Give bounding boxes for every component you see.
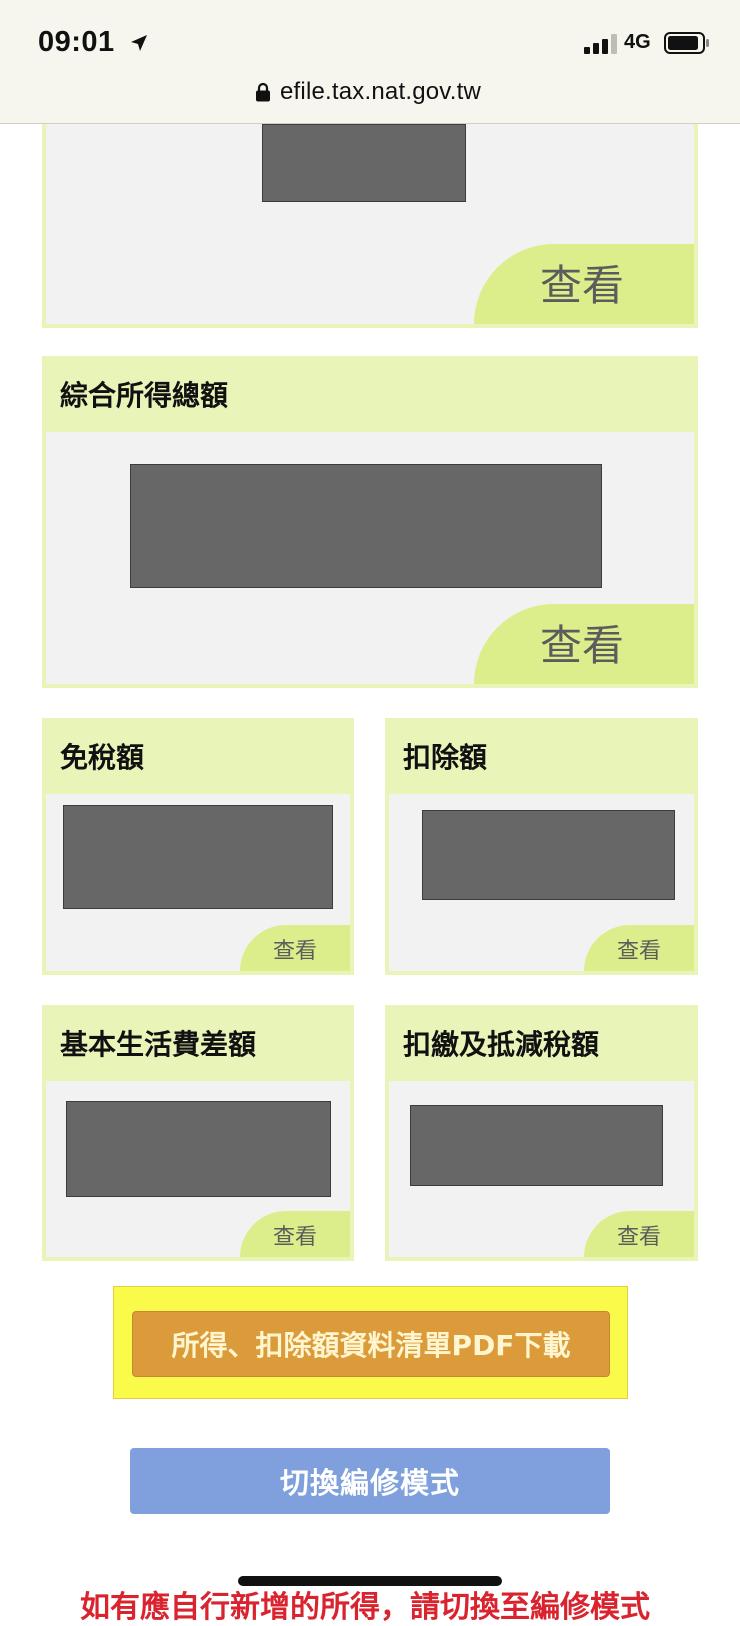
view-button[interactable]: 查看 <box>474 604 694 684</box>
card-top-partial: 查看 <box>42 124 698 328</box>
view-button-label: 查看 <box>617 939 662 964</box>
card-body: 查看 <box>389 794 694 971</box>
view-button[interactable]: 查看 <box>240 925 350 971</box>
card-deduction: 扣除額 查看 <box>385 718 698 975</box>
view-button[interactable]: 查看 <box>584 925 694 971</box>
redacted-value <box>422 810 675 900</box>
redacted-value <box>130 464 602 588</box>
edit-mode-notice: 如有應自行新增的所得，請切換至編修模式 <box>80 1590 650 1625</box>
switch-edit-mode-button[interactable]: 切換編修模式 <box>130 1448 610 1514</box>
clock-time: 09:01 <box>38 26 115 58</box>
card-body: 查看 <box>46 124 694 324</box>
card-body: 查看 <box>46 432 694 684</box>
card-body: 查看 <box>389 1081 694 1257</box>
card-body: 查看 <box>46 794 350 971</box>
card-exemption: 免稅額 查看 <box>42 718 354 975</box>
card-gross-income: 綜合所得總額 查看 <box>42 356 698 688</box>
card-withholding-credit: 扣繳及抵減稅額 查看 <box>385 1005 698 1261</box>
home-indicator[interactable] <box>238 1576 502 1586</box>
browser-address-bar[interactable]: efile.tax.nat.gov.tw <box>0 72 740 124</box>
card-title: 扣除額 <box>403 741 488 774</box>
redacted-value <box>66 1101 331 1197</box>
card-title: 免稅額 <box>60 741 145 774</box>
redacted-value <box>410 1105 663 1186</box>
view-button-label: 查看 <box>617 1225 662 1250</box>
network-type-label: 4G <box>624 31 651 53</box>
cellular-signal-icon <box>584 34 617 54</box>
pdf-download-button[interactable]: 所得、扣除額資料清單PDF下載 <box>132 1311 610 1377</box>
redacted-value <box>262 124 466 202</box>
view-button-label: 查看 <box>540 261 625 310</box>
redacted-value <box>63 805 333 909</box>
view-button[interactable]: 查看 <box>474 244 694 324</box>
card-body: 查看 <box>46 1081 350 1257</box>
view-button-label: 查看 <box>273 1225 318 1250</box>
view-button[interactable]: 查看 <box>240 1211 350 1257</box>
view-button[interactable]: 查看 <box>584 1211 694 1257</box>
location-arrow-icon <box>131 35 147 51</box>
view-button-label: 查看 <box>273 939 318 964</box>
url-text: efile.tax.nat.gov.tw <box>280 78 481 105</box>
view-button-label: 查看 <box>540 621 625 670</box>
battery-icon <box>664 32 709 54</box>
card-title: 基本生活費差額 <box>60 1028 257 1061</box>
pdf-download-highlight: 所得、扣除額資料清單PDF下載 <box>113 1286 628 1399</box>
status-bar: 09:01 4G <box>0 0 740 72</box>
card-title: 綜合所得總額 <box>60 379 229 412</box>
card-title: 扣繳及抵減稅額 <box>403 1028 600 1061</box>
lock-icon <box>256 82 270 102</box>
card-basic-living-expense: 基本生活費差額 查看 <box>42 1005 354 1261</box>
